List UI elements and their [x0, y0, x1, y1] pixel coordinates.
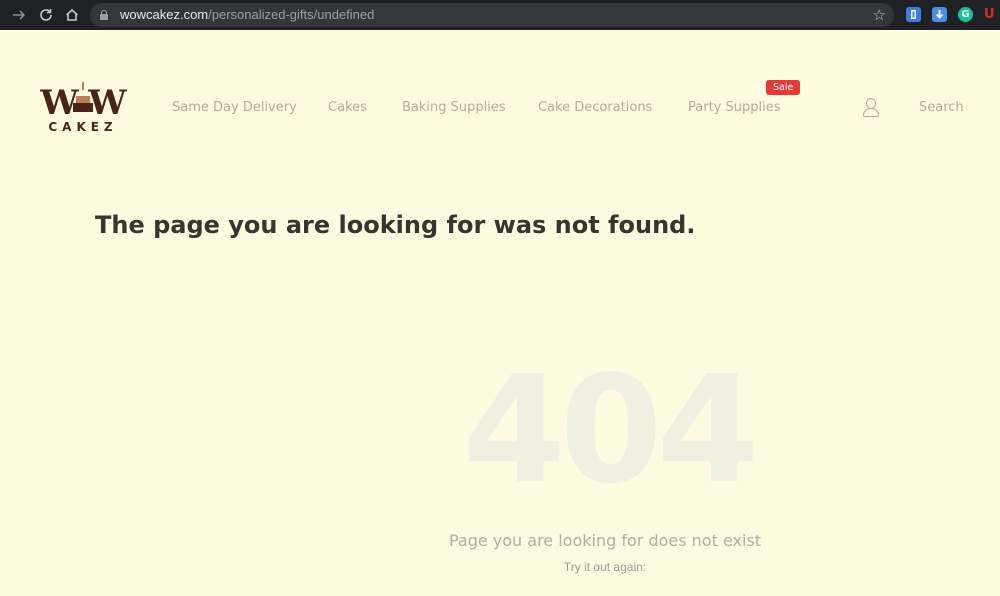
bookmark-star-icon[interactable]: ☆ [873, 5, 886, 25]
extension-blue-icon[interactable] [906, 7, 921, 22]
address-bar[interactable]: wowcakez.com/personalized-gifts/undefine… [90, 3, 894, 27]
nav-same-day-delivery[interactable]: Same Day Delivery [172, 99, 297, 117]
account-icon[interactable] [862, 97, 880, 119]
lock-icon[interactable] [100, 10, 108, 20]
forward-arrow-icon[interactable] [10, 6, 28, 24]
nav-party-supplies[interactable]: Party Supplies [688, 99, 780, 117]
url-host: wowcakez.com [120, 7, 209, 22]
search-link[interactable]: Search [919, 99, 964, 117]
nav-baking-supplies[interactable]: Baking Supplies [402, 99, 506, 117]
sale-badge: Sale [766, 80, 801, 95]
extension-download-icon[interactable] [932, 7, 947, 22]
error-message: Page you are looking for does not exist [448, 531, 762, 550]
grammarly-icon[interactable]: G [958, 7, 973, 22]
logo-subtitle: CAKEZ [48, 120, 118, 134]
home-icon[interactable] [63, 6, 81, 24]
page-title: The page you are looking for was not fou… [95, 211, 696, 239]
site-logo[interactable]: W W CAKEZ [40, 76, 127, 138]
url-path: /personalized-gifts/undefined [208, 7, 375, 22]
reload-icon[interactable] [37, 6, 55, 24]
browser-toolbar: wowcakez.com/personalized-gifts/undefine… [0, 0, 1000, 30]
error-code: 404 [462, 344, 760, 516]
nav-cake-decorations[interactable]: Cake Decorations [538, 99, 652, 117]
extension-red-u-icon[interactable]: U [984, 7, 996, 22]
nav-cakes[interactable]: Cakes [328, 99, 367, 117]
try-again-hint: Try it out again: [563, 560, 647, 574]
url-text[interactable]: wowcakez.com/personalized-gifts/undefine… [120, 7, 374, 23]
cake-icon [73, 82, 93, 112]
